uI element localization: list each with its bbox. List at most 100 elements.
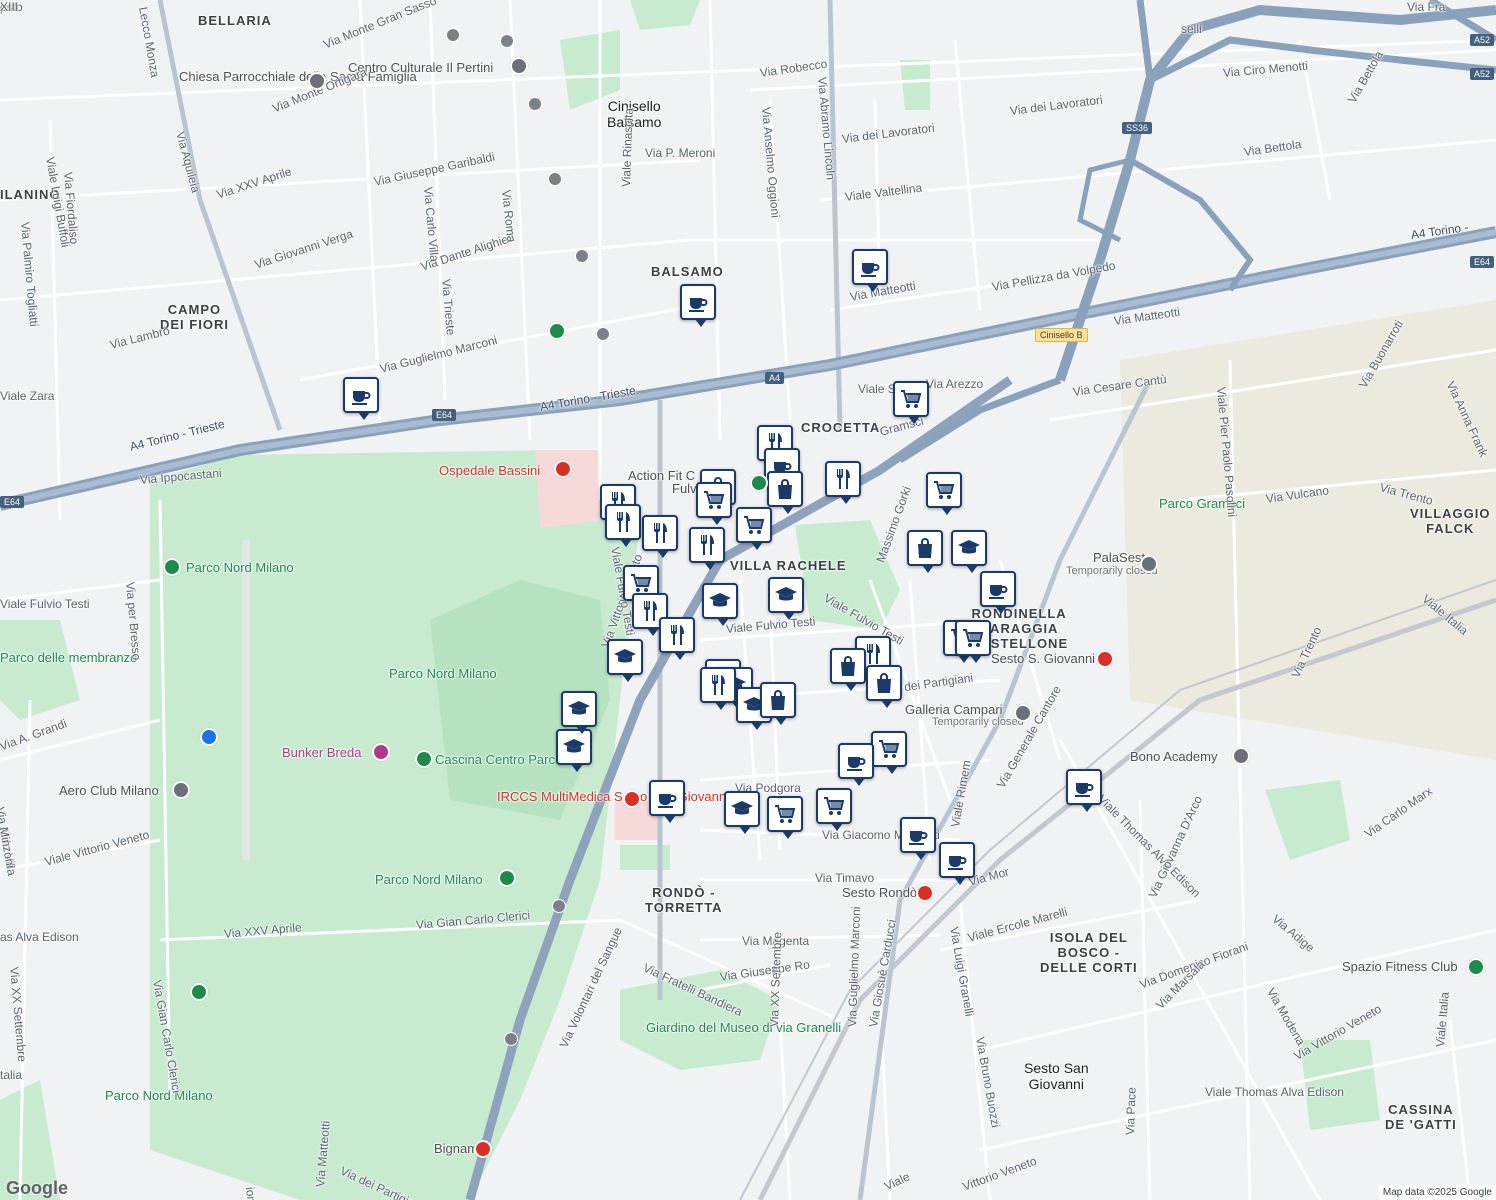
coffee-icon[interactable] bbox=[649, 780, 685, 823]
park-marker-icon[interactable] bbox=[548, 322, 566, 340]
coffee-icon[interactable] bbox=[1066, 769, 1102, 812]
cart-icon[interactable] bbox=[926, 472, 962, 515]
street-label: selli bbox=[1181, 22, 1202, 36]
graduation-cap-icon[interactable] bbox=[556, 729, 592, 772]
bag-icon[interactable] bbox=[907, 530, 943, 573]
fork-knife-icon[interactable] bbox=[605, 504, 641, 547]
airfield-marker-icon[interactable] bbox=[172, 781, 190, 799]
hospital-marker-icon[interactable] bbox=[554, 460, 572, 478]
church-marker-icon[interactable] bbox=[308, 72, 326, 90]
metro-station-icon[interactable] bbox=[916, 884, 934, 902]
museum-label[interactable]: Bunker Breda bbox=[282, 745, 362, 760]
poi-label[interactable]: Centro Culturale Il Pertini bbox=[348, 60, 493, 75]
cart-icon[interactable] bbox=[816, 788, 852, 831]
cart-icon[interactable] bbox=[871, 731, 907, 774]
area-label: BALSAMO bbox=[651, 264, 724, 279]
hospital-label[interactable]: Ospedale Bassini bbox=[439, 463, 540, 478]
street-label: XIII bbox=[0, 0, 19, 14]
fork-knife-icon[interactable] bbox=[659, 617, 695, 660]
bag-icon[interactable] bbox=[767, 471, 803, 514]
graduation-cap-icon[interactable] bbox=[768, 577, 804, 620]
poi-label[interactable]: Fulv bbox=[672, 481, 697, 496]
park-label[interactable]: Cascina Centro Parc bbox=[435, 752, 555, 767]
road-shield: Cinisello B bbox=[1035, 328, 1088, 342]
city-label: Sesto San Giovanni bbox=[1024, 1060, 1089, 1092]
road-shield: E64 bbox=[1470, 256, 1495, 268]
park-label[interactable]: Parco Nord Milano bbox=[375, 872, 483, 887]
park-marker-icon[interactable] bbox=[415, 750, 433, 768]
park-label[interactable]: Giardino del Museo di via Granelli bbox=[646, 1020, 841, 1035]
poi-label[interactable]: Sesto Rondò bbox=[842, 885, 917, 900]
metro-station-icon[interactable] bbox=[474, 1140, 492, 1158]
poi-label[interactable]: Spazio Fitness Club bbox=[1342, 959, 1458, 974]
park-marker-icon[interactable] bbox=[163, 558, 181, 576]
street-label: Via Fra bbox=[1407, 0, 1446, 14]
poi-label[interactable]: Galleria Campari bbox=[905, 702, 1003, 717]
graduation-cap-icon[interactable] bbox=[561, 691, 597, 734]
park-marker-icon[interactable] bbox=[498, 869, 516, 887]
cart-icon[interactable] bbox=[696, 482, 732, 525]
library-marker-icon[interactable] bbox=[510, 57, 528, 75]
street-label: Via Arezzo bbox=[926, 377, 984, 391]
museum-marker-icon[interactable] bbox=[372, 743, 390, 761]
arena-marker-icon[interactable] bbox=[1140, 555, 1158, 573]
coffee-icon[interactable] bbox=[343, 377, 379, 420]
gym-marker-icon[interactable] bbox=[750, 474, 768, 492]
graduation-cap-icon[interactable] bbox=[607, 639, 643, 682]
bank-icon[interactable] bbox=[504, 1032, 518, 1046]
school-marker-icon[interactable] bbox=[1232, 747, 1250, 765]
bank-icon[interactable] bbox=[548, 172, 562, 186]
bag-icon[interactable] bbox=[760, 682, 796, 725]
cart-icon[interactable] bbox=[955, 620, 991, 663]
poi-label: Temporarily closed bbox=[932, 716, 1024, 728]
bank-icon[interactable] bbox=[596, 327, 610, 341]
area-label: RONDÒ - TORRETTA bbox=[645, 885, 723, 915]
bank-icon[interactable] bbox=[552, 899, 566, 913]
coffee-icon[interactable] bbox=[852, 249, 888, 292]
road-shield: A52 bbox=[1470, 34, 1495, 46]
graduation-cap-icon[interactable] bbox=[724, 791, 760, 834]
hospital-marker-icon[interactable] bbox=[623, 790, 641, 808]
fork-knife-icon[interactable] bbox=[700, 667, 736, 710]
bank-icon[interactable] bbox=[575, 249, 589, 263]
coffee-icon[interactable] bbox=[900, 817, 936, 860]
graduation-cap-icon[interactable] bbox=[951, 530, 987, 573]
fork-knife-icon[interactable] bbox=[642, 515, 678, 558]
road-shield: A4 bbox=[765, 372, 785, 384]
coffee-icon[interactable] bbox=[939, 842, 975, 885]
cart-icon[interactable] bbox=[893, 381, 929, 424]
fork-knife-icon[interactable] bbox=[825, 461, 861, 504]
hospital-label[interactable]: IRCCS MultiMedica Sesto San Giovanni bbox=[497, 789, 729, 804]
street-label: Viale Fulvio Testi bbox=[0, 597, 90, 611]
museum-marker-icon[interactable] bbox=[1014, 704, 1032, 722]
poi-label[interactable]: Bono Academy bbox=[1130, 749, 1217, 764]
train-station-icon[interactable] bbox=[1096, 650, 1114, 668]
park-label[interactable]: Parco delle membranze bbox=[0, 650, 137, 665]
bank-icon[interactable] bbox=[446, 28, 460, 42]
cart-icon[interactable] bbox=[767, 796, 803, 839]
poi-label[interactable]: Aero Club Milano bbox=[59, 783, 159, 798]
coffee-icon[interactable] bbox=[838, 743, 874, 786]
area-label: CASSINA DE 'GATTI bbox=[1385, 1102, 1457, 1132]
street-label: Viale Zara bbox=[0, 389, 55, 403]
park-label[interactable]: Parco Nord Milano bbox=[186, 560, 294, 575]
bank-icon[interactable] bbox=[500, 34, 514, 48]
coffee-icon[interactable] bbox=[680, 284, 716, 327]
map-canvas[interactable]: BELLARIA CAMPO DEI FIORI BALSAMO CROCETTA VI… bbox=[0, 0, 1496, 1200]
bag-icon[interactable] bbox=[866, 665, 902, 708]
poi-label[interactable]: Sesto S. Giovanni bbox=[991, 651, 1095, 666]
park-label[interactable]: Parco Nord Milano bbox=[105, 1088, 213, 1103]
street-label: talia bbox=[0, 1068, 23, 1082]
bank-icon[interactable] bbox=[528, 97, 542, 111]
graduation-cap-icon[interactable] bbox=[702, 583, 738, 626]
cart-icon[interactable] bbox=[736, 507, 772, 550]
fork-knife-icon[interactable] bbox=[689, 527, 725, 570]
park-marker-icon[interactable] bbox=[190, 983, 208, 1001]
coffee-icon[interactable] bbox=[980, 571, 1016, 614]
park-label[interactable]: Parco Nord Milano bbox=[389, 666, 497, 681]
street-label: as Alva Edison bbox=[0, 930, 79, 944]
gym-marker-icon[interactable] bbox=[1467, 958, 1485, 976]
airport-marker-icon[interactable] bbox=[200, 728, 218, 746]
area-label: VILLAGGIO FALCK bbox=[1410, 506, 1491, 536]
bag-icon[interactable] bbox=[830, 648, 866, 691]
